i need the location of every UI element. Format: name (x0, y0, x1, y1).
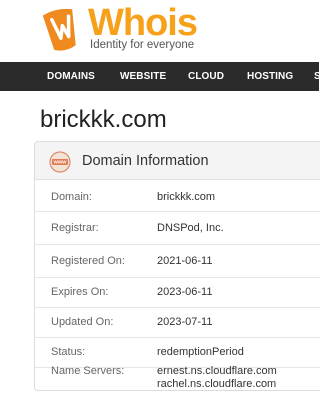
row-label: Name Servers: (51, 365, 125, 377)
nav-cloud[interactable]: CLOUD (188, 62, 224, 91)
row-label: Registrar: (51, 222, 99, 234)
nav-hosting[interactable]: HOSTING (247, 62, 293, 91)
info-row-updated-on: Updated On: 2023-07-11 (35, 308, 320, 338)
row-label: Status: (51, 346, 86, 358)
row-value: 2021-06-11 (157, 255, 213, 267)
page-title: brickkk.com (40, 106, 167, 133)
nav-website[interactable]: WEBSITE (120, 62, 166, 91)
row-label: Expires On: (51, 286, 109, 298)
row-value: DNSPod, Inc. (157, 222, 224, 234)
site-logo[interactable]: Whois Identity for everyone (36, 2, 206, 56)
main-nav: DOMAINS WEBSITE CLOUD HOSTING S (0, 62, 319, 91)
info-row-domain: Domain: brickkk.com (35, 181, 320, 212)
name-server-1: ernest.ns.cloudflare.com (157, 365, 277, 377)
info-row-expires-on: Expires On: 2023-06-11 (35, 278, 320, 308)
card-header: WWW Domain Information (35, 142, 320, 180)
info-row-registrar: Registrar: DNSPod, Inc. (35, 212, 320, 245)
row-value: 2023-07-11 (157, 316, 213, 328)
nav-more[interactable]: S (314, 62, 319, 91)
name-server-2: rachel.ns.cloudflare.com (157, 378, 277, 390)
info-row-name-servers: Name Servers: ernest.ns.cloudflare.com r… (35, 365, 320, 390)
row-label: Domain: (51, 191, 92, 203)
info-row-registered-on: Registered On: 2021-06-11 (35, 245, 320, 278)
row-label: Updated On: (51, 316, 114, 328)
site-header: Whois Identity for everyone (0, 0, 319, 62)
svg-text:WWW: WWW (53, 160, 67, 165)
www-icon: WWW (49, 151, 71, 173)
whois-logo-icon (42, 8, 76, 51)
row-value: 2023-06-11 (157, 286, 213, 298)
domain-info-card: WWW Domain Information Domain: brickkk.c… (34, 141, 320, 391)
row-value: redemptionPeriod (157, 346, 244, 358)
nav-domains[interactable]: DOMAINS (47, 62, 95, 91)
card-title: Domain Information (82, 153, 209, 169)
info-row-status: Status: redemptionPeriod (35, 338, 320, 368)
logo-tagline: Identity for everyone (90, 39, 195, 51)
row-value: brickkk.com (157, 191, 216, 203)
row-label: Registered On: (51, 255, 125, 267)
